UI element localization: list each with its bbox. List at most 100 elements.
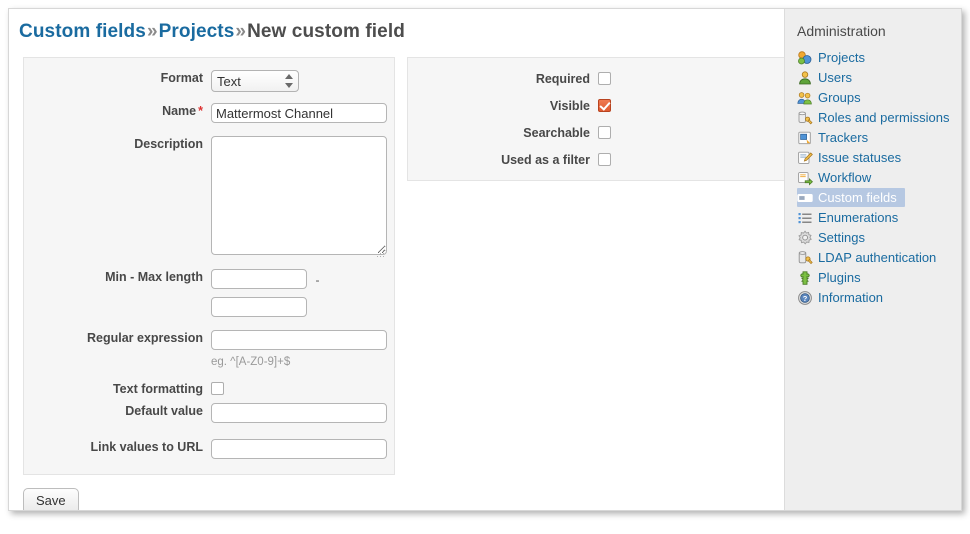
name-input[interactable] <box>211 103 387 123</box>
tracker-icon <box>797 130 813 146</box>
default-value-input[interactable] <box>211 403 387 423</box>
options-list: Required Visible Searchable Used as a filte… <box>408 58 784 180</box>
admin-sidebar: Administration ProjectsUsersGroupsRoles … <box>784 9 961 510</box>
label-minmax-length: Min - Max length <box>24 269 211 285</box>
minmax-separator: - <box>311 273 319 287</box>
list-icon <box>797 210 813 226</box>
field-option-used-as-a-filter <box>598 151 784 169</box>
description-textarea[interactable] <box>211 136 387 255</box>
sidebar-item-label: LDAP authentication <box>818 249 936 266</box>
user-icon <box>797 70 813 86</box>
regular-expression-hint: eg. ^[A-Z0-9]+$ <box>211 356 394 368</box>
breadcrumb-page-title: Custom fields»Projects»New custom field <box>9 9 784 53</box>
row-regular-expression: Regular expression eg. ^[A-Z0-9]+$ <box>24 330 394 368</box>
plugin-icon <box>797 270 813 286</box>
screenshot-viewport: Custom fields»Projects»New custom field … <box>0 0 970 534</box>
sidebar-item-label: Enumerations <box>818 209 898 226</box>
sidebar-item-label: Groups <box>818 89 861 106</box>
sidebar-item-issue-statuses[interactable]: Issue statuses <box>797 148 961 167</box>
sidebar-item-users[interactable]: Users <box>797 68 961 87</box>
description-textarea-wrapper <box>211 136 387 260</box>
row-minmax-length: Min - Max length - <box>24 269 394 317</box>
sidebar-item-roles-and-permissions[interactable]: Roles and permissions <box>797 108 961 127</box>
sidebar-item-plugins[interactable]: Plugins <box>797 268 961 287</box>
label-format: Format <box>24 70 211 86</box>
field-default-value <box>211 403 394 423</box>
sidebar-item-label: Issue statuses <box>818 149 901 166</box>
sidebar-item-label: Workflow <box>818 169 871 186</box>
required-asterisk: * <box>196 104 203 118</box>
row-name: Name* <box>24 103 394 123</box>
label-option-used-as-a-filter: Used as a filter <box>408 152 598 168</box>
sidebar-item-workflow[interactable]: Workflow <box>797 168 961 187</box>
label-option-required: Required <box>408 71 598 87</box>
row-format: Format Text <box>24 70 394 92</box>
row-option-searchable: Searchable <box>408 124 784 142</box>
breadcrumb-separator-1: » <box>146 21 159 42</box>
sidebar-item-custom-fields[interactable]: Custom fields <box>797 188 905 207</box>
label-option-searchable: Searchable <box>408 125 598 141</box>
field-regular-expression: eg. ^[A-Z0-9]+$ <box>211 330 394 368</box>
label-option-visible: Visible <box>408 98 598 114</box>
sidebar-item-trackers[interactable]: Trackers <box>797 128 961 147</box>
label-link-values-to-url: Link values to URL <box>24 439 211 455</box>
row-default-value: Default value <box>24 403 394 423</box>
visible-checkbox[interactable] <box>598 99 611 112</box>
save-button[interactable]: Save <box>23 488 79 511</box>
field-text-formatting <box>211 380 394 398</box>
sidebar-item-label: Projects <box>818 49 865 66</box>
row-text-formatting: Text formatting <box>24 380 394 398</box>
format-select[interactable]: Text <box>211 70 299 92</box>
field-name <box>211 103 394 123</box>
label-default-value: Default value <box>24 403 211 419</box>
field-option-visible <box>598 97 784 115</box>
sidebar-item-label: Users <box>818 69 852 86</box>
label-regular-expression: Regular expression <box>24 330 211 346</box>
row-option-used-as-a-filter: Used as a filter <box>408 151 784 169</box>
used-as-a-filter-checkbox[interactable] <box>598 153 611 166</box>
textfield-icon <box>797 190 813 206</box>
row-option-visible: Visible <box>408 97 784 115</box>
sidebar-item-ldap-authentication[interactable]: LDAP authentication <box>797 248 961 267</box>
row-link-url: Link values to URL <box>24 439 394 459</box>
sidebar-item-settings[interactable]: Settings <box>797 228 961 247</box>
link-values-to-url-input[interactable] <box>211 439 387 459</box>
sidebar-item-label: Trackers <box>818 129 868 146</box>
sidebar-menu: Projects Users Groups Roles and permissions… <box>797 48 961 307</box>
sidebar-item-enumerations[interactable]: Enumerations <box>797 208 961 227</box>
ldap-key-icon <box>797 250 813 266</box>
sidebar-item-label: Information <box>818 289 883 306</box>
required-checkbox[interactable] <box>598 72 611 85</box>
sidebar-item-information[interactable]: ? Information <box>797 288 961 307</box>
breadcrumb-link-projects[interactable]: Projects <box>159 21 235 42</box>
sidebar-item-label: Plugins <box>818 269 861 286</box>
custom-field-options-panel: Required Visible Searchable Used as a filte… <box>407 57 785 181</box>
format-select-wrapper: Text <box>211 70 299 92</box>
gear-icon <box>797 230 813 246</box>
svg-text:?: ? <box>803 293 808 302</box>
text-formatting-checkbox[interactable] <box>211 382 224 395</box>
sidebar-item-groups[interactable]: Groups <box>797 88 961 107</box>
regular-expression-input[interactable] <box>211 330 387 350</box>
field-option-required <box>598 70 784 88</box>
projects-icon <box>797 50 813 66</box>
sidebar-item-label: Roles and permissions <box>818 109 950 126</box>
info-icon: ? <box>797 290 813 306</box>
breadcrumb-separator-2: » <box>234 21 247 42</box>
custom-field-definition-panel: Format Text Name* <box>23 57 395 475</box>
field-option-searchable <box>598 124 784 142</box>
label-name: Name* <box>24 103 211 119</box>
sidebar-item-label: Custom fields <box>818 189 897 206</box>
row-description: Description <box>24 136 394 260</box>
key-icon <box>797 110 813 126</box>
searchable-checkbox[interactable] <box>598 126 611 139</box>
sidebar-item-label: Settings <box>818 229 865 246</box>
field-description <box>211 136 394 260</box>
breadcrumb-link-custom-fields[interactable]: Custom fields <box>19 21 146 42</box>
max-length-input[interactable] <box>211 297 307 317</box>
sidebar-item-projects[interactable]: Projects <box>797 48 961 67</box>
field-format: Text <box>211 70 394 92</box>
min-length-input[interactable] <box>211 269 307 289</box>
page-shell: Custom fields»Projects»New custom field … <box>8 8 962 511</box>
edit-icon <box>797 150 813 166</box>
